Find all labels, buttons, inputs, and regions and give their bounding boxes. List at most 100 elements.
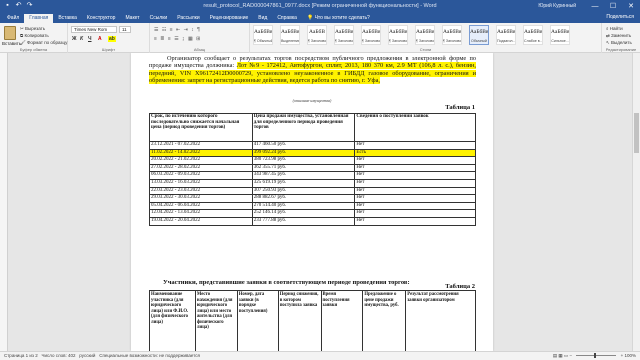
price-cell: 307 250.93 руб.: [251, 186, 356, 196]
maximize-button[interactable]: ☐: [604, 0, 622, 13]
tab-mailings[interactable]: Рассылки: [172, 14, 204, 23]
ribbon: Вставить ✂ Вырезать ⧉ Копировать 🖌 Форма…: [0, 23, 640, 53]
zoom-out-button[interactable]: −: [569, 353, 572, 358]
tab-review[interactable]: Рецензирование: [205, 14, 254, 23]
read-mode-icon[interactable]: ▤: [553, 353, 557, 358]
table-row: 13.03.2022 - 16.03.2022 325 619.19 руб. Не…: [149, 178, 476, 188]
bids-cell: Нет: [354, 186, 476, 196]
find-button[interactable]: ⌕ Найти: [606, 26, 623, 31]
participants-table: Наименование участника (для юридического…: [149, 290, 476, 351]
font-color-icon[interactable]: A: [98, 36, 102, 42]
style-tile[interactable]: АаБбВ ¶ Заголово...: [307, 25, 327, 45]
accessibility-status[interactable]: Специальные возможности: не поддерживает…: [99, 353, 200, 358]
period-cell: 22.03.2022 - 23.03.2022: [149, 186, 253, 196]
copy-button[interactable]: ⧉ Копировать: [20, 33, 49, 38]
style-name: Подзагол...: [497, 39, 515, 43]
underline-button[interactable]: Ч: [88, 36, 92, 42]
intro-paragraph[interactable]: Организатор сообщает о результатах торго…: [149, 55, 476, 84]
scrollbar-thumb[interactable]: [634, 113, 639, 153]
table-row: 11.02.2022 - 14.02.2022 399 092.24 руб. Ес…: [149, 148, 476, 158]
font-group: Times New Rom 11 Ж К Ч A ab Шрифт: [68, 23, 150, 53]
style-tile[interactable]: АаБбВвГг Сильное...: [550, 25, 570, 45]
tab-insert[interactable]: Вставка: [53, 14, 82, 23]
share-button[interactable]: Поделиться: [606, 14, 634, 20]
bids-cell: Нет: [354, 141, 476, 150]
zoom-level[interactable]: 100%: [624, 353, 636, 358]
close-button[interactable]: ✕: [622, 0, 640, 13]
tab-view[interactable]: Вид: [253, 14, 272, 23]
result-header: Результат рассмотрения заявки организато…: [405, 290, 476, 351]
tab-references[interactable]: Ссылки: [145, 14, 173, 23]
font-size-select[interactable]: 11: [119, 26, 131, 33]
style-tile[interactable]: АаБбВвГг Обычный: [469, 25, 489, 45]
minimize-button[interactable]: —: [586, 0, 604, 13]
style-tile[interactable]: АаБбВвГг Слабое в...: [523, 25, 543, 45]
style-sample: АаБбВвГг: [254, 29, 272, 35]
tell-me-search[interactable]: 💡 Что вы хотите сделать?: [302, 14, 375, 23]
vertical-ruler: [0, 53, 8, 351]
word-count[interactable]: Число слов: 402: [42, 353, 76, 358]
document-page[interactable]: Организатор сообщает о результатах торго…: [131, 53, 493, 351]
clipboard-group: Вставить ✂ Вырезать ⧉ Копировать 🖌 Форма…: [0, 23, 68, 53]
period-cell: 29.03.2022 - 30.03.2022: [149, 194, 253, 203]
replace-button[interactable]: ⇄ Заменить: [606, 33, 631, 39]
align-icons[interactable]: ≡ ≣ ≡ ☰ ↨ ▦ ⊞: [154, 36, 201, 42]
style-sample: АаБбВв: [443, 29, 461, 35]
period-header: Срок, по истечению которого последовател…: [149, 113, 253, 142]
format-painter-button[interactable]: 🖌 Формат по образцу: [20, 40, 67, 46]
zoom-slider-knob[interactable]: [594, 353, 597, 359]
price-cell: 252 146.14 руб.: [251, 209, 356, 218]
tab-help[interactable]: Справка: [272, 14, 302, 23]
cut-label: Вырезать: [25, 26, 46, 31]
select-label: Выделить: [611, 40, 632, 45]
table-row: 20.02.2022 - 21.02.2022 380 723.98 руб. Не…: [149, 156, 476, 165]
tab-layout[interactable]: Макет: [120, 14, 144, 23]
list-icons[interactable]: ☰ ☷ ≡ ⇤ ⇥ ↕ ¶: [154, 27, 201, 33]
table1-label: Таблица 1: [445, 104, 475, 111]
tab-home[interactable]: Главная: [24, 14, 54, 23]
zoom-in-button[interactable]: +: [621, 353, 624, 358]
style-tile[interactable]: АаБбВв ¶ Заголово...: [388, 25, 408, 45]
page-count[interactable]: Страница 1 из 2: [4, 353, 38, 358]
vertical-scrollbar[interactable]: [632, 53, 640, 351]
style-tile[interactable]: АаБбВв ¶ Заголово...: [361, 25, 381, 45]
user-name[interactable]: Юрий Куринный: [538, 3, 576, 9]
cut-button[interactable]: ✂ Вырезать: [20, 26, 45, 32]
style-sample: АаБбВ: [309, 29, 325, 35]
style-name: Слабое в...: [524, 39, 542, 43]
web-layout-icon[interactable]: ▭: [564, 353, 568, 358]
font-name-select[interactable]: Times New Rom: [71, 26, 117, 33]
tab-file[interactable]: Файл: [2, 14, 24, 23]
paste-label[interactable]: Вставить: [2, 41, 21, 46]
document-area: Организатор сообщает о результатах торго…: [0, 53, 640, 351]
select-button[interactable]: ↖ Выделить: [606, 40, 632, 46]
style-tile[interactable]: АаБбВвГг ¶ Обычный: [253, 25, 273, 45]
italic-button[interactable]: К: [80, 36, 83, 42]
tab-design[interactable]: Конструктор: [82, 14, 121, 23]
bids-cell: Нет: [354, 216, 476, 226]
print-layout-icon[interactable]: ▦: [558, 353, 562, 358]
style-tile[interactable]: АаБбВв ¶ Заголово...: [415, 25, 435, 45]
style-tile[interactable]: АаБбВв ¶ Заголово...: [442, 25, 462, 45]
style-tile[interactable]: АаБбВвГг Выделение: [280, 25, 300, 45]
paste-icon[interactable]: [4, 26, 16, 40]
style-name: ¶ Заголово...: [416, 39, 434, 43]
style-name: Сильное...: [551, 39, 569, 43]
period-cell: 19.04.2022 - 20.04.2022: [149, 216, 253, 226]
format-painter-label: Формат по образцу: [26, 40, 68, 45]
highlight-icon[interactable]: ab: [108, 36, 116, 42]
language[interactable]: русский: [79, 353, 95, 358]
style-tile[interactable]: АаБбВв ¶ Заголово...: [334, 25, 354, 45]
table-row: 22.03.2022 - 23.03.2022 307 250.93 руб. Не…: [149, 186, 476, 196]
bids-cell: Есть: [354, 148, 476, 158]
style-name: Обычный: [471, 39, 487, 43]
property-caption: (описание имущества): [292, 98, 332, 103]
bold-button[interactable]: Ж: [72, 36, 77, 42]
zoom-slider[interactable]: [576, 353, 617, 359]
offer-header: Предложение о цене продажи имущества, ру…: [362, 290, 407, 351]
tell-me-label: Что вы хотите сделать?: [314, 15, 370, 21]
style-tile[interactable]: АаБбВвГг Подзагол...: [496, 25, 516, 45]
table2-label: Таблица 2: [445, 283, 475, 290]
price-header: Цена продажи имущества, установленная дл…: [251, 113, 356, 142]
period-cell: 13.03.2022 - 16.03.2022: [149, 178, 253, 188]
